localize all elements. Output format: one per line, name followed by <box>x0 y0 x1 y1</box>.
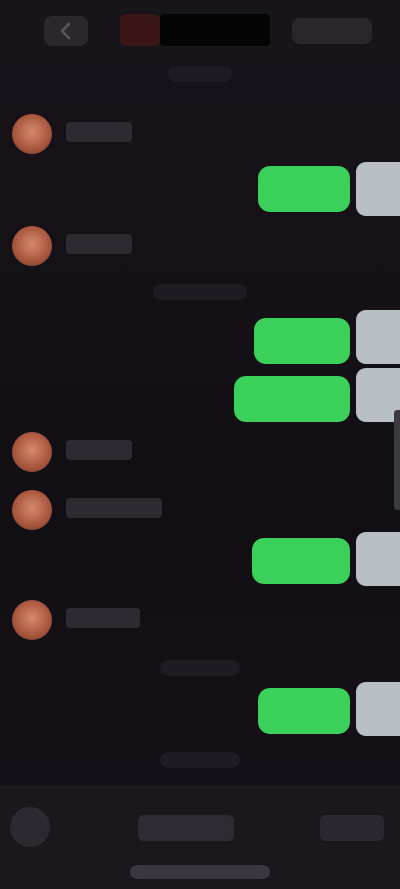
scroll-indicator[interactable] <box>394 410 400 510</box>
date-separator <box>160 660 240 676</box>
avatar[interactable] <box>12 600 52 640</box>
message-text <box>66 440 132 460</box>
home-indicator <box>130 865 270 879</box>
input-bar <box>0 785 400 889</box>
date-separator <box>153 284 247 300</box>
outgoing-bubble[interactable] <box>252 538 350 584</box>
title-badge <box>120 14 160 46</box>
emoji-button[interactable] <box>320 815 384 841</box>
back-button[interactable] <box>44 16 88 46</box>
date-separator <box>168 66 232 82</box>
outgoing-bubble[interactable] <box>234 376 350 422</box>
date-separator <box>160 752 240 768</box>
outgoing-bubble[interactable] <box>254 318 350 364</box>
avatar[interactable] <box>12 114 52 154</box>
chat-screen <box>0 0 400 889</box>
top-bar <box>0 0 400 62</box>
message-text <box>66 122 132 142</box>
voice-button[interactable] <box>10 807 50 847</box>
message-text <box>66 498 162 518</box>
avatar[interactable] <box>356 532 400 586</box>
avatar[interactable] <box>12 432 52 472</box>
chat-title <box>160 14 270 46</box>
avatar[interactable] <box>356 682 400 736</box>
message-text <box>66 608 140 628</box>
outgoing-bubble[interactable] <box>258 688 350 734</box>
avatar[interactable] <box>356 162 400 216</box>
message-text <box>66 234 132 254</box>
message-input[interactable] <box>138 815 234 841</box>
avatar[interactable] <box>12 490 52 530</box>
more-button[interactable] <box>292 18 372 44</box>
chevron-left-icon <box>60 22 71 40</box>
outgoing-bubble[interactable] <box>258 166 350 212</box>
avatar[interactable] <box>12 226 52 266</box>
avatar[interactable] <box>356 310 400 364</box>
